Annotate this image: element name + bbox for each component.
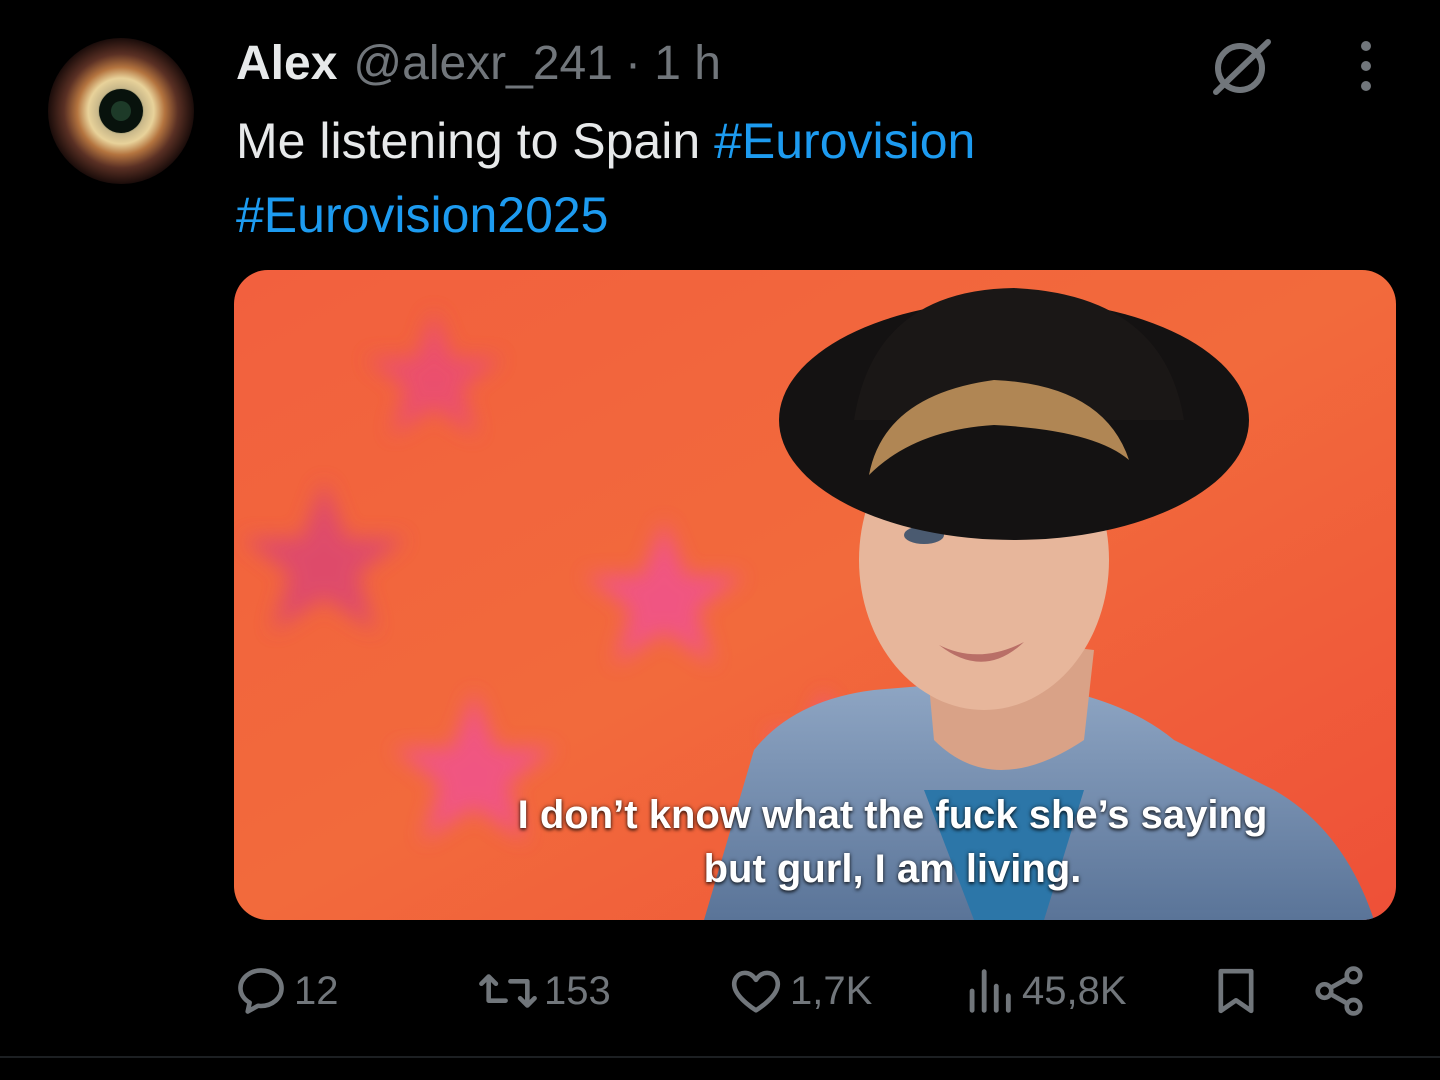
author-name[interactable]: Alex — [236, 36, 337, 91]
repost-count: 153 — [544, 968, 611, 1013]
caption-line: I don’t know what the fuck she’s saying — [517, 793, 1268, 837]
media-caption: I don’t know what the fuck she’s saying … — [234, 788, 1396, 896]
views-count: 45,8K — [1022, 968, 1127, 1013]
action-bar: 12 153 1,7K 45,8K — [232, 955, 1400, 1027]
grok-icon[interactable] — [1206, 34, 1278, 98]
reply-count: 12 — [294, 968, 339, 1013]
share-icon — [1315, 966, 1363, 1016]
tweet-text: Me listening to Spain #Eurovision #Eurov… — [236, 104, 1236, 252]
tweet-body: Me listening to Spain — [236, 113, 701, 169]
bookmark-icon — [1218, 968, 1254, 1014]
heart-icon — [731, 970, 781, 1013]
tweet-media[interactable]: I don’t know what the fuck she’s saying … — [234, 270, 1396, 920]
reply-icon — [238, 968, 284, 1014]
like-count: 1,7K — [790, 968, 873, 1013]
hashtag-link[interactable]: #Eurovision2025 — [236, 187, 609, 243]
caption-line: but gurl, I am living. — [703, 847, 1082, 891]
repost-icon — [479, 974, 537, 1008]
avatar[interactable] — [48, 38, 194, 184]
bookmark-button[interactable] — [1208, 955, 1264, 1027]
share-button[interactable] — [1308, 955, 1370, 1027]
views-icon — [969, 969, 1011, 1013]
tweet-time[interactable]: · 1 h — [625, 36, 721, 91]
divider — [0, 1056, 1440, 1058]
reply-button[interactable]: 12 — [232, 955, 339, 1027]
repost-button[interactable]: 153 — [476, 955, 611, 1027]
like-button[interactable]: 1,7K — [726, 955, 872, 1027]
more-vertical-icon[interactable] — [1344, 36, 1388, 96]
hashtag-link[interactable]: #Eurovision — [714, 113, 975, 169]
tweet-header: Alex @alexr_241 · 1 h — [236, 30, 721, 96]
author-handle[interactable]: @alexr_241 — [353, 36, 613, 91]
views-button[interactable]: 45,8K — [960, 955, 1127, 1027]
